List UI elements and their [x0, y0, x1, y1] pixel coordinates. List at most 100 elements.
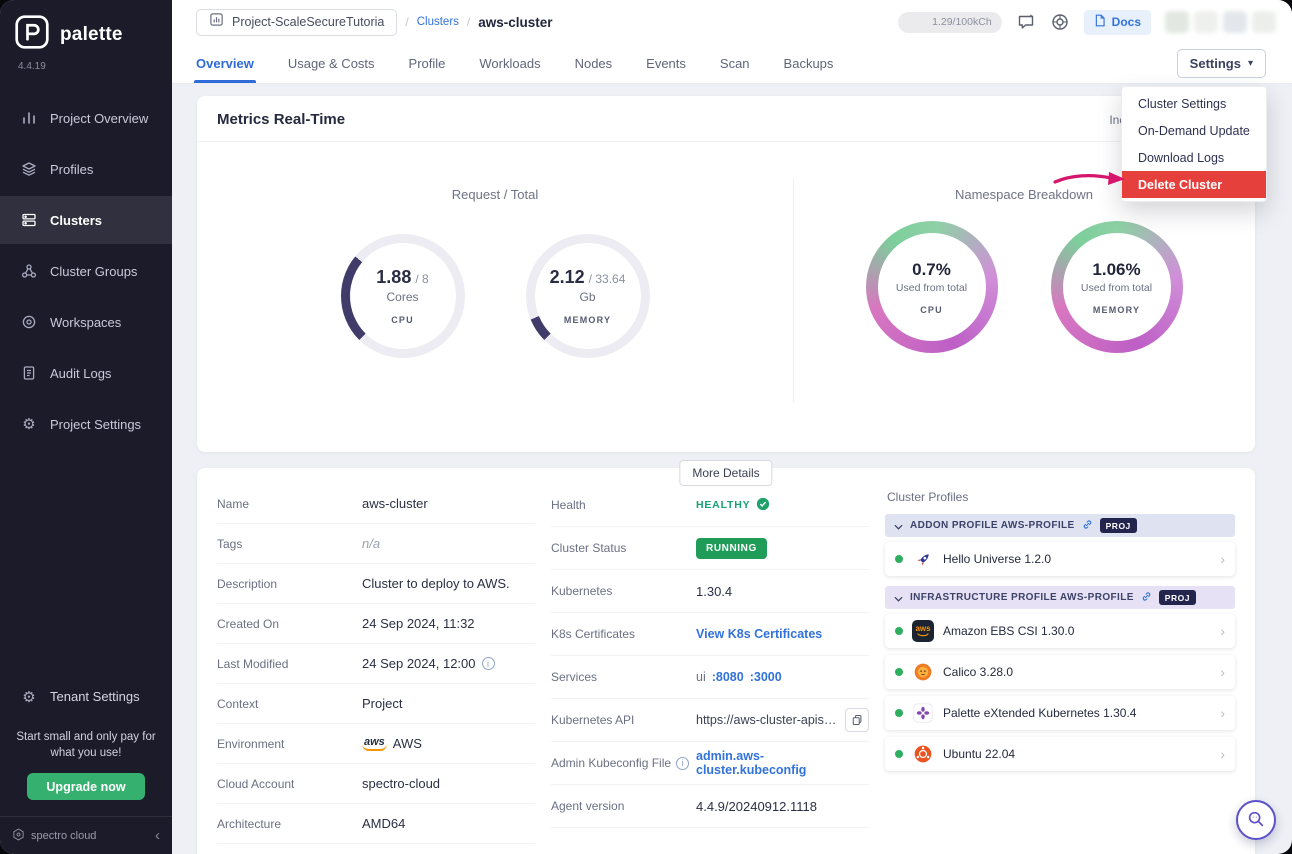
- service-port-3000-link[interactable]: :3000: [750, 670, 782, 684]
- clusters-icon: [20, 211, 38, 229]
- breadcrumb-clusters-link[interactable]: Clusters: [417, 16, 459, 28]
- breadcrumb-current-cluster: aws-cluster: [478, 15, 552, 30]
- info-icon[interactable]: i: [676, 757, 689, 770]
- profile-pack-hello-universe[interactable]: Hello Universe 1.2.0 ›: [885, 542, 1235, 576]
- view-k8s-certificates-link[interactable]: View K8s Certificates: [696, 627, 822, 641]
- sidebar: palette 4.4.19 Project Overview Profiles…: [0, 0, 172, 854]
- tenant-settings-label: Tenant Settings: [50, 689, 140, 704]
- memory-metric-label: MEMORY: [564, 315, 611, 325]
- sidebar-item-label: Profiles: [50, 162, 93, 177]
- profile-pack-calico[interactable]: Calico 3.28.0 ›: [885, 655, 1235, 689]
- cpu-request-value: 1.88: [376, 267, 411, 288]
- request-total-section: Request / Total 1.88 / 8 Cores: [197, 142, 793, 358]
- bar-chart-icon: [20, 109, 38, 127]
- request-total-heading: Request / Total: [197, 187, 793, 202]
- details-left-column: Name aws-cluster Tags n/a Description Cl…: [217, 484, 535, 854]
- pack-status-dot: [895, 627, 903, 635]
- sidebar-item-cluster-groups[interactable]: Cluster Groups: [0, 247, 172, 295]
- sidebar-item-label: Project Settings: [50, 417, 141, 432]
- pack-status-dot: [895, 555, 903, 563]
- memory-gauge: 2.12 / 33.64 Gb MEMORY: [526, 234, 650, 358]
- calico-icon: [912, 661, 934, 683]
- menu-item-cluster-settings[interactable]: Cluster Settings: [1122, 90, 1266, 117]
- infrastructure-profile-section-header[interactable]: INFRASTRUCTURE PROFILE AWS-PROFILE PROJ: [885, 586, 1235, 609]
- upgrade-now-button[interactable]: Upgrade now: [27, 773, 145, 800]
- namespace-cpu-donut: 0.7% Used from total CPU: [866, 221, 998, 353]
- kubeconfig-download-link[interactable]: admin.aws-cluster.kubeconfig: [696, 749, 869, 777]
- link-icon: [1141, 589, 1152, 607]
- project-selector[interactable]: Project-ScaleSecureTutoria: [196, 9, 397, 36]
- spectro-cloud-brand: spectro cloud: [12, 828, 96, 844]
- chevron-down-icon: ▾: [1248, 58, 1253, 69]
- menu-item-delete-cluster[interactable]: Delete Cluster: [1122, 171, 1266, 198]
- namespace-cpu-percent: 0.7%: [912, 260, 951, 280]
- tab-profile[interactable]: Profile: [409, 44, 446, 83]
- docs-label: Docs: [1112, 15, 1141, 29]
- menu-item-on-demand-update[interactable]: On-Demand Update: [1122, 117, 1266, 144]
- support-fab[interactable]: [1236, 800, 1276, 840]
- detail-row-services: Services ui:8080:3000: [551, 656, 869, 699]
- sidebar-item-clusters[interactable]: Clusters: [0, 196, 172, 244]
- sidebar-nav: Project Overview Profiles Clusters Clust…: [0, 94, 172, 451]
- running-status-badge: RUNNING: [696, 538, 767, 559]
- info-icon[interactable]: i: [482, 657, 495, 670]
- detail-row-environment: Environment awsAWS: [217, 724, 535, 764]
- chevron-right-icon: ›: [1220, 746, 1225, 762]
- sidebar-item-label: Audit Logs: [50, 366, 111, 381]
- detail-row-description: Description Cluster to deploy to AWS.: [217, 564, 535, 604]
- detail-row-last-modified: Last Modified 24 Sep 2024, 12:00i: [217, 644, 535, 684]
- tab-backups[interactable]: Backups: [784, 44, 834, 83]
- detail-row-health: Health HEALTHY: [551, 484, 869, 527]
- tab-scan[interactable]: Scan: [720, 44, 750, 83]
- sidebar-item-audit-logs[interactable]: Audit Logs: [0, 349, 172, 397]
- pack-status-dot: [895, 709, 903, 717]
- docs-button[interactable]: Docs: [1084, 10, 1151, 35]
- addon-profile-section-header[interactable]: ADDON PROFILE AWS-PROFILE PROJ: [885, 514, 1235, 537]
- network-icon: [20, 262, 38, 280]
- detail-row-tags: Tags n/a: [217, 524, 535, 564]
- gear-icon: ⚙: [20, 415, 38, 433]
- namespace-memory-caption: Used from total: [1081, 282, 1152, 294]
- profile-pack-palette-extended-kubernetes[interactable]: Palette eXtended Kubernetes 1.30.4 ›: [885, 696, 1235, 730]
- tab-nodes[interactable]: Nodes: [575, 44, 613, 83]
- profile-pack-amazon-ebs-csi[interactable]: aws Amazon EBS CSI 1.30.0 ›: [885, 614, 1235, 648]
- sidebar-item-profiles[interactable]: Profiles: [0, 145, 172, 193]
- help-lifebuoy-icon[interactable]: [1050, 12, 1070, 32]
- detail-row-k8s-certificates: K8s Certificates View K8s Certificates: [551, 613, 869, 656]
- sidebar-item-project-overview[interactable]: Project Overview: [0, 94, 172, 142]
- sidebar-collapse-button[interactable]: ‹: [155, 828, 160, 843]
- usage-credits-pill: 1.29/100kCh: [898, 12, 1002, 33]
- sidebar-item-project-settings[interactable]: ⚙ Project Settings: [0, 400, 172, 448]
- cluster-profiles-panel: Cluster Profiles ADDON PROFILE AWS-PROFI…: [885, 484, 1235, 854]
- chat-icon[interactable]: [1016, 12, 1036, 32]
- proj-scope-badge: PROJ: [1100, 518, 1137, 533]
- detail-row-created-on: Created On 24 Sep 2024, 11:32: [217, 604, 535, 644]
- tab-workloads[interactable]: Workloads: [479, 44, 540, 83]
- tab-overview[interactable]: Overview: [196, 44, 254, 83]
- more-details-button[interactable]: More Details: [679, 460, 772, 486]
- layers-icon: [20, 160, 38, 178]
- namespace-memory-metric: MEMORY: [1093, 305, 1140, 315]
- spectro-cloud-logo-icon: [12, 828, 25, 844]
- profile-pack-ubuntu[interactable]: Ubuntu 22.04 ›: [885, 737, 1235, 771]
- sidebar-item-label: Project Overview: [50, 111, 148, 126]
- app-window: palette 4.4.19 Project Overview Profiles…: [0, 0, 1292, 854]
- pack-status-dot: [895, 750, 903, 758]
- settings-dropdown-button[interactable]: Settings ▾: [1177, 49, 1266, 78]
- aws-ebs-icon: aws: [912, 620, 934, 642]
- metrics-card: Metrics Real-Time Incl Request / Total 1…: [197, 96, 1255, 452]
- palette-logo[interactable]: palette: [0, 0, 172, 57]
- check-circle-icon: [756, 497, 770, 514]
- project-icon: [209, 12, 224, 32]
- detail-row-cluster-status: Cluster Status RUNNING: [551, 527, 869, 570]
- menu-item-download-logs[interactable]: Download Logs: [1122, 144, 1266, 171]
- brand-name: palette: [60, 24, 123, 46]
- tab-events[interactable]: Events: [646, 44, 686, 83]
- sidebar-item-workspaces[interactable]: Workspaces: [0, 298, 172, 346]
- service-port-8080-link[interactable]: :8080: [712, 670, 744, 684]
- sidebar-item-tenant-settings[interactable]: ⚙ Tenant Settings: [0, 675, 172, 719]
- hello-universe-icon: [912, 548, 934, 570]
- copy-icon[interactable]: [845, 708, 869, 732]
- sidebar-item-label: Workspaces: [50, 315, 121, 330]
- tab-usage-costs[interactable]: Usage & Costs: [288, 44, 375, 83]
